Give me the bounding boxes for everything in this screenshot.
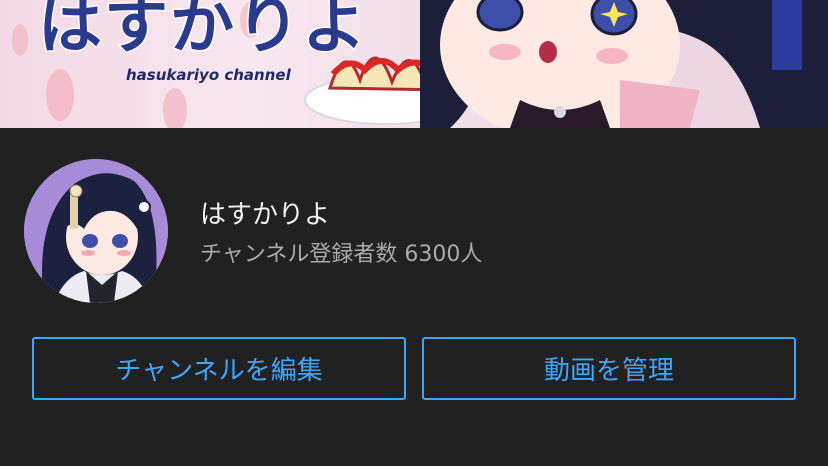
avatar-illustration	[24, 159, 168, 303]
channel-name: はすかりよ	[200, 200, 331, 230]
edit-channel-button[interactable]: チャンネルを編集	[32, 337, 406, 400]
subscriber-count: チャンネル登録者数 6300人	[200, 242, 483, 267]
channel-banner: はすかりよ hasukariyo channel	[0, 0, 828, 128]
channel-avatar[interactable]	[24, 159, 168, 303]
banner-logo-text: はすかりよ	[37, 0, 368, 65]
banner-subtitle: hasukariyo channel	[126, 66, 291, 84]
manage-videos-button[interactable]: 動画を管理	[422, 337, 796, 400]
